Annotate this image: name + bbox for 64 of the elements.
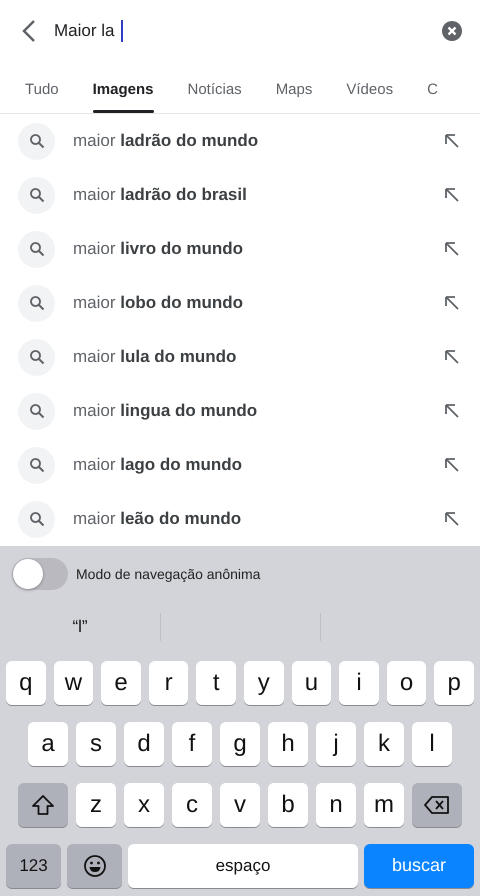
key[interactable]: j [316, 722, 356, 766]
emoji-icon [82, 854, 106, 878]
key[interactable]: s [76, 722, 116, 766]
key[interactable]: q [6, 660, 46, 704]
back-button[interactable] [20, 19, 38, 43]
key[interactable]: l [412, 722, 452, 766]
key[interactable]: h [268, 722, 308, 766]
key[interactable]: k [364, 722, 404, 766]
prediction[interactable]: “l” [72, 617, 88, 636]
search-icon [28, 133, 44, 149]
key[interactable]: t [196, 660, 236, 704]
key[interactable]: i [339, 660, 379, 704]
search-icon [28, 241, 44, 257]
key[interactable]: v [220, 782, 260, 826]
search-icon [28, 187, 44, 203]
key[interactable]: z [76, 782, 116, 826]
tab[interactable]: Maps [258, 64, 330, 113]
fill-query-arrow-icon[interactable] [444, 403, 460, 419]
search-icon [28, 511, 44, 527]
key[interactable]: g [220, 722, 260, 766]
fill-query-arrow-icon[interactable] [444, 457, 460, 473]
search-icon [28, 349, 44, 365]
search-field[interactable]: Maior la [54, 18, 122, 44]
tab[interactable]: C [410, 64, 455, 113]
key[interactable]: f [172, 722, 212, 766]
key[interactable]: m [364, 782, 404, 826]
search-icon [28, 457, 44, 473]
search-icon [28, 295, 44, 311]
fill-query-arrow-icon[interactable] [444, 295, 460, 311]
key[interactable]: p [434, 660, 474, 704]
key[interactable]: a [28, 722, 68, 766]
clear-button[interactable] [442, 21, 462, 41]
fill-query-arrow-icon[interactable] [444, 187, 460, 203]
space-key[interactable]: espaço [128, 844, 358, 888]
search-icon [28, 403, 44, 419]
text-cursor [121, 20, 124, 42]
emoji-key[interactable] [67, 844, 122, 888]
tab[interactable]: Tudo [8, 64, 76, 113]
key[interactable]: w [54, 660, 94, 704]
key[interactable]: c [172, 782, 212, 826]
key[interactable]: x [124, 782, 164, 826]
fill-query-arrow-icon[interactable] [444, 241, 460, 257]
search-key[interactable]: buscar [364, 844, 474, 888]
key[interactable]: r [148, 660, 188, 704]
fill-query-arrow-icon[interactable] [444, 349, 460, 365]
tab[interactable]: Vídeos [329, 64, 410, 113]
toggle-switch[interactable] [12, 558, 68, 590]
key[interactable]: n [316, 782, 356, 826]
shift-icon [31, 794, 55, 816]
key[interactable]: o [386, 660, 426, 704]
key[interactable]: b [268, 782, 308, 826]
key[interactable]: y [244, 660, 284, 704]
numbers-key[interactable]: 123 [6, 844, 61, 888]
toggle-label: Modo de navegação anônima [76, 564, 260, 584]
fill-query-arrow-icon[interactable] [444, 133, 460, 149]
tab[interactable]: Notícias [170, 64, 259, 113]
backspace-key[interactable] [412, 782, 462, 826]
backspace-icon [423, 794, 451, 814]
tab[interactable]: Imagens [76, 64, 170, 113]
fill-query-arrow-icon[interactable] [444, 511, 460, 527]
key[interactable]: u [292, 660, 332, 704]
key[interactable]: e [101, 660, 141, 704]
shift-key[interactable] [18, 782, 68, 826]
key[interactable]: d [124, 722, 164, 766]
